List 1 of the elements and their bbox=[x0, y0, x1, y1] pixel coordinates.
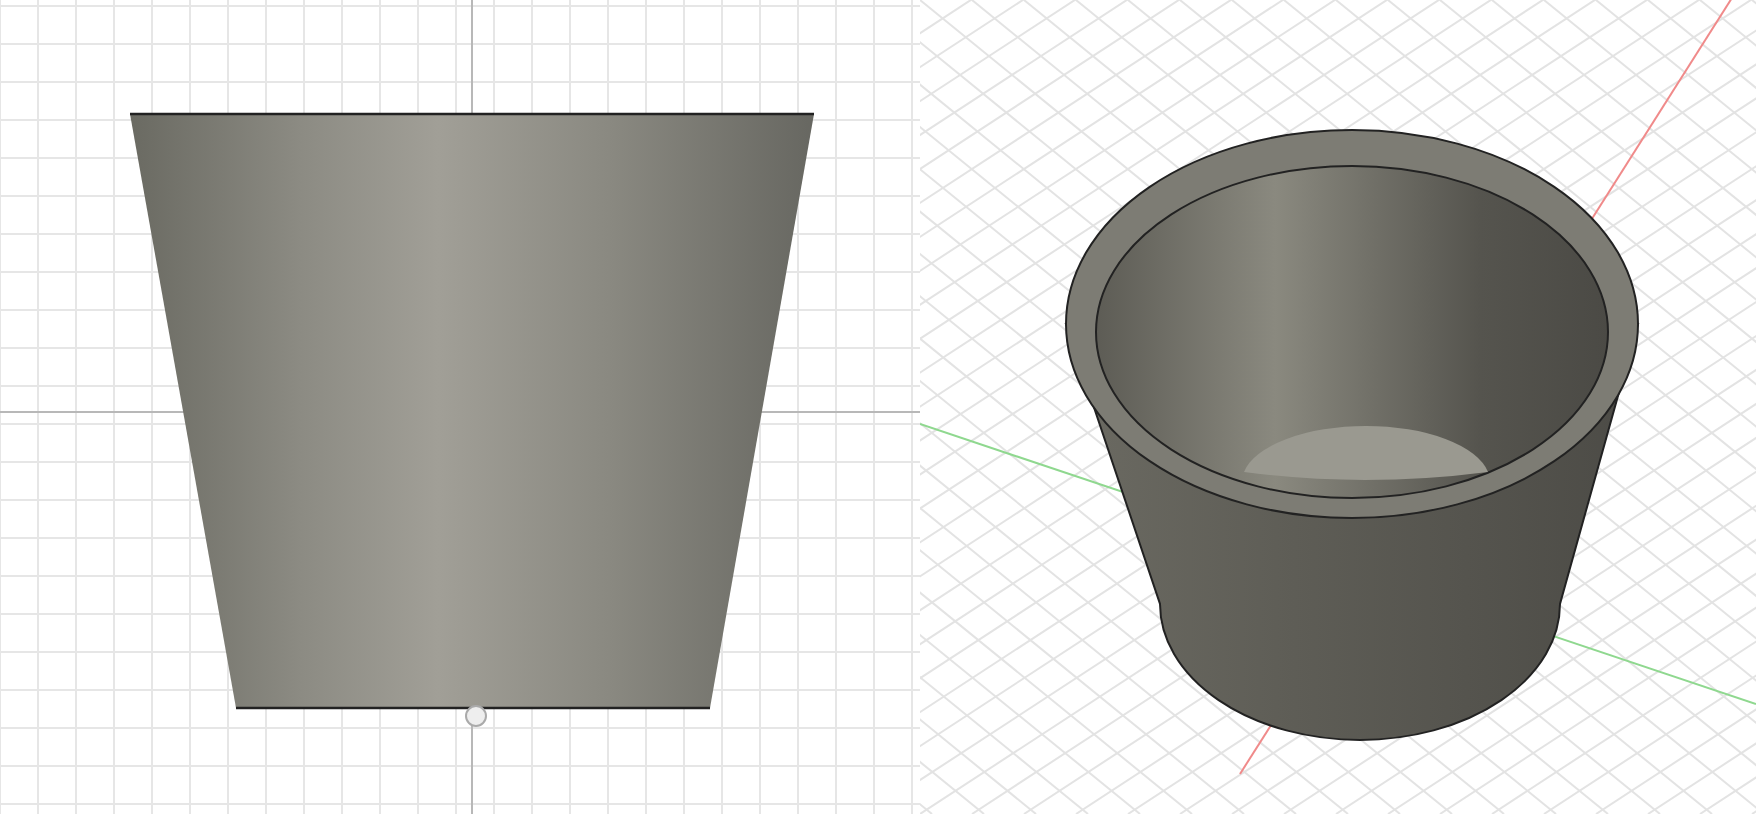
origin-icon bbox=[465, 705, 487, 727]
